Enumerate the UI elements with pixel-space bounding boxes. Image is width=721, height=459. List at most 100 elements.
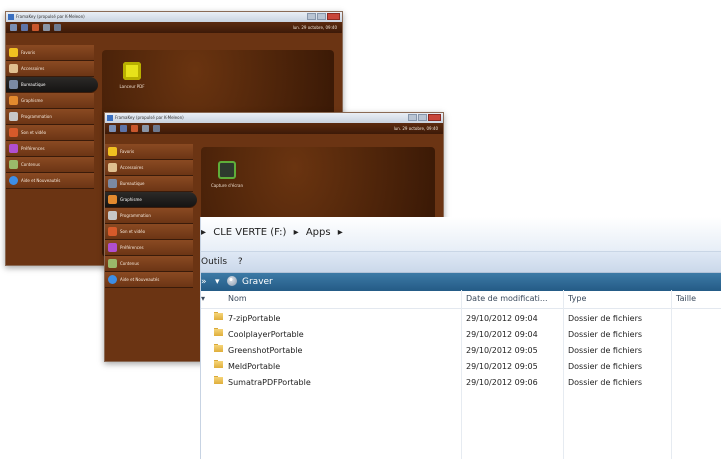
title-bar[interactable]: FramaKey (propulsé par K-Meleon) — [105, 113, 443, 123]
grid-icon[interactable] — [54, 24, 61, 31]
graphics-icon — [108, 195, 117, 204]
help-icon — [9, 176, 18, 185]
menu-item-contenus[interactable]: Contenus — [6, 157, 94, 173]
column-date[interactable]: Date de modificati... — [466, 290, 548, 308]
accessories-icon — [9, 64, 18, 73]
breadcrumb-folder[interactable]: Apps — [306, 227, 331, 238]
screenshot-icon — [218, 161, 236, 179]
menu-item-contenus[interactable]: Contenus — [105, 256, 193, 272]
menu-item-son-video[interactable]: Son et vidéo — [105, 224, 193, 240]
menu-item-accessoires[interactable]: Accessoires — [105, 160, 193, 176]
folder-icon — [214, 327, 223, 336]
window-title: FramaKey (propulsé par K-Meleon) — [115, 115, 184, 120]
menu-item-accessoires[interactable]: Accessoires — [6, 61, 94, 77]
minimize-button[interactable] — [408, 114, 417, 121]
folder-icon[interactable] — [120, 125, 127, 132]
graphics-icon — [9, 96, 18, 105]
file-date: 29/10/2012 09:05 — [466, 362, 538, 371]
menu-help[interactable]: ? — [238, 257, 243, 267]
grid-icon[interactable] — [153, 125, 160, 132]
menu-item-preferences[interactable]: Préférences — [6, 141, 94, 157]
file-name: 7-zipPortable — [228, 314, 281, 323]
folder-icon — [214, 359, 223, 368]
toolbar-overflow-icon[interactable]: » — [201, 273, 207, 291]
menu-tools[interactable]: Outils — [201, 257, 227, 267]
category-menu: Favoris Accessoires Bureautique Graphism… — [105, 144, 197, 361]
title-bar[interactable]: FramaKey (propulsé par K-Meleon) — [6, 12, 342, 22]
menu-item-bureautique[interactable]: Bureautique — [105, 176, 193, 192]
accessories-icon — [108, 163, 117, 172]
folder-icon[interactable] — [21, 24, 28, 31]
file-date: 29/10/2012 09:05 — [466, 346, 538, 355]
column-size[interactable]: Taille — [676, 290, 696, 308]
folder-icon — [214, 311, 223, 320]
breadcrumb-separator: ▸ — [201, 227, 207, 238]
app-icon — [107, 115, 113, 121]
breadcrumb-drive[interactable]: CLE VERTE (F:) — [213, 227, 286, 238]
top-icons — [109, 125, 160, 132]
menu-item-son-video[interactable]: Son et vidéo — [6, 125, 94, 141]
menu-item-programmation[interactable]: Programmation — [105, 208, 193, 224]
settings-icon[interactable] — [43, 24, 50, 31]
menu-item-preferences[interactable]: Préférences — [105, 240, 193, 256]
close-button[interactable] — [428, 114, 441, 121]
minimize-button[interactable] — [307, 13, 316, 20]
app-tile-pdf[interactable]: Lanceur PDF — [112, 62, 152, 89]
menu-item-graphisme[interactable]: Graphisme — [6, 93, 94, 109]
alert-icon[interactable] — [32, 24, 39, 31]
column-type[interactable]: Type — [568, 290, 586, 308]
menu-item-favoris[interactable]: Favoris — [6, 45, 94, 61]
app-icon — [8, 14, 14, 20]
top-bar: lun. 29 octobre, 09:40 — [6, 22, 342, 33]
maximize-button[interactable] — [317, 13, 326, 20]
close-button[interactable] — [327, 13, 340, 20]
sort-chevron-icon[interactable]: ▾ — [201, 290, 205, 308]
menu-item-aide[interactable]: Aide et Nouveautés — [105, 272, 193, 288]
menu-item-favoris[interactable]: Favoris — [105, 144, 193, 160]
file-row[interactable]: 7-zipPortable 29/10/2012 09:04 Dossier d… — [201, 311, 721, 327]
file-row[interactable]: MeldPortable 29/10/2012 09:05 Dossier de… — [201, 359, 721, 375]
menu-bar: Outils ? — [201, 252, 721, 273]
explorer-window: ▸ CLE VERTE (F:) ▸ Apps ▸ Outils ? » ▾ G… — [200, 217, 721, 459]
office-icon — [108, 179, 117, 188]
breadcrumb-separator: ▸ — [293, 227, 299, 238]
maximize-button[interactable] — [418, 114, 427, 121]
window-title: FramaKey (propulsé par K-Meleon) — [16, 14, 85, 19]
burn-button[interactable]: Graver — [227, 273, 273, 291]
content-icon — [9, 160, 18, 169]
content-icon — [108, 259, 117, 268]
home-icon[interactable] — [10, 24, 17, 31]
file-type: Dossier de fichiers — [568, 362, 643, 371]
file-type: Dossier de fichiers — [568, 378, 643, 387]
menu-item-graphisme[interactable]: Graphisme — [105, 192, 197, 208]
file-name: MeldPortable — [228, 362, 281, 371]
file-list: 7-zipPortable 29/10/2012 09:04 Dossier d… — [201, 311, 721, 391]
programming-icon — [108, 211, 117, 220]
menu-item-aide[interactable]: Aide et Nouveautés — [6, 173, 94, 189]
chevron-down-icon[interactable]: ▾ — [215, 273, 220, 291]
programming-icon — [9, 112, 18, 121]
file-type: Dossier de fichiers — [568, 346, 643, 355]
alert-icon[interactable] — [131, 125, 138, 132]
star-icon — [108, 147, 117, 156]
breadcrumb-separator[interactable]: ▸ — [338, 227, 343, 238]
top-icons — [10, 24, 61, 31]
address-bar[interactable]: ▸ CLE VERTE (F:) ▸ Apps ▸ — [201, 217, 721, 252]
file-date: 29/10/2012 09:04 — [466, 314, 538, 323]
app-tile-screenshot[interactable]: Capture d'écran — [207, 161, 247, 188]
window-controls — [408, 114, 441, 121]
command-bar: » ▾ Graver — [201, 273, 721, 291]
menu-item-programmation[interactable]: Programmation — [6, 109, 94, 125]
file-name: CoolplayerPortable — [228, 330, 304, 339]
settings-icon[interactable] — [142, 125, 149, 132]
file-row[interactable]: CoolplayerPortable 29/10/2012 09:04 Doss… — [201, 327, 721, 343]
file-name: GreenshotPortable — [228, 346, 303, 355]
menu-item-bureautique[interactable]: Bureautique — [6, 77, 98, 93]
home-icon[interactable] — [109, 125, 116, 132]
preferences-icon — [9, 144, 18, 153]
media-icon — [108, 227, 117, 236]
file-row[interactable]: SumatraPDFPortable 29/10/2012 09:06 Doss… — [201, 375, 721, 391]
column-name[interactable]: Nom — [228, 290, 247, 308]
file-row[interactable]: GreenshotPortable 29/10/2012 09:05 Dossi… — [201, 343, 721, 359]
folder-icon — [214, 343, 223, 352]
